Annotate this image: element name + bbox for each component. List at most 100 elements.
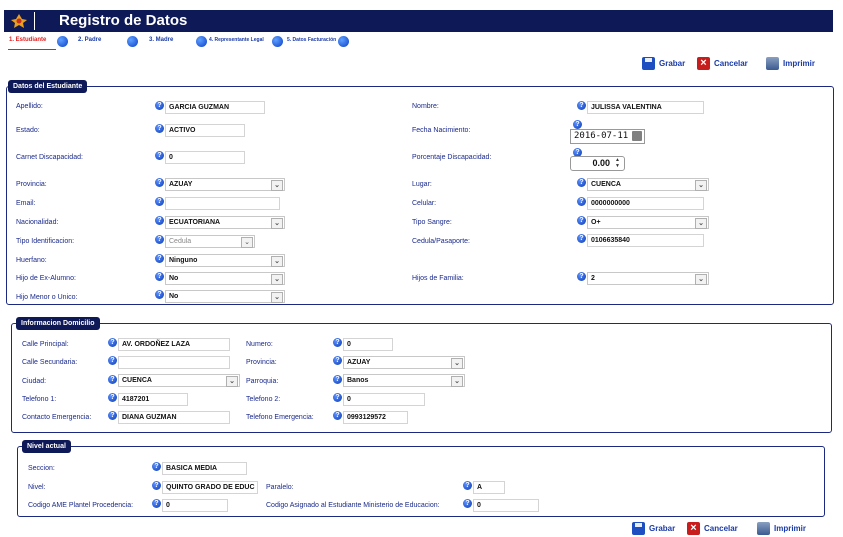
help-icon[interactable]: ? (155, 197, 164, 206)
chevron-down-icon[interactable]: ⌄ (451, 376, 463, 387)
help-icon[interactable]: ? (108, 393, 117, 402)
spinner-arrows-icon[interactable]: ▲ ▼ (613, 157, 622, 170)
help-icon[interactable]: ? (108, 338, 117, 347)
help-icon[interactable]: ? (577, 216, 586, 225)
help-icon[interactable]: ? (152, 481, 161, 490)
help-icon[interactable]: ? (333, 375, 342, 384)
email-field[interactable] (165, 197, 280, 210)
help-icon[interactable]: ? (155, 124, 164, 133)
contacto-emergencia-field[interactable]: DIANA GUZMAN (118, 411, 230, 424)
nombre-field[interactable]: JULISSA VALENTINA (587, 101, 704, 114)
chevron-down-icon[interactable]: ⌄ (271, 256, 283, 267)
chevron-down-icon[interactable]: ⌄ (695, 218, 707, 229)
chevron-down-icon[interactable]: ⌄ (271, 274, 283, 285)
numero-field[interactable]: 0 (343, 338, 393, 351)
tab-facturacion-icon[interactable] (338, 36, 349, 47)
help-icon[interactable]: ? (155, 151, 164, 160)
title-bar: Registro de Datos (4, 10, 833, 32)
parroquia-select[interactable]: Banos ⌄ (343, 374, 465, 387)
student-section (6, 86, 834, 305)
tab-padre[interactable]: 2. Padre (78, 37, 101, 43)
provincia-select[interactable]: AZUAY ⌄ (165, 178, 285, 191)
floppy-disk-icon (632, 522, 645, 535)
cedula-pasaporte-field[interactable]: 0106635840 (587, 234, 704, 247)
huerfano-select[interactable]: Ninguno ⌄ (165, 254, 285, 267)
tab-representante-icon[interactable] (272, 36, 283, 47)
nacionalidad-select[interactable]: ECUATORIANA ⌄ (165, 216, 285, 229)
help-icon[interactable]: ? (463, 499, 472, 508)
nivel-field[interactable]: QUINTO GRADO DE EDUC (162, 481, 258, 494)
help-icon[interactable]: ? (577, 234, 586, 243)
help-icon[interactable]: ? (155, 235, 164, 244)
telefono1-field[interactable]: 4187201 (118, 393, 188, 406)
huerfano-value: Ninguno (169, 257, 198, 264)
tab-madre-icon[interactable] (196, 36, 207, 47)
calle-secundaria-field[interactable] (118, 356, 230, 369)
carnet-discapacidad-field[interactable]: 0 (165, 151, 245, 164)
tab-padre-icon[interactable] (127, 36, 138, 47)
celular-field[interactable]: 0000000000 (587, 197, 704, 210)
help-icon[interactable]: ? (577, 197, 586, 206)
tipo-sangre-select[interactable]: O+ ⌄ (587, 216, 709, 229)
apellido-field[interactable]: GARCIA GUZMAN (165, 101, 265, 114)
help-icon[interactable]: ? (155, 216, 164, 225)
codigo-asignado-field[interactable]: 0 (473, 499, 539, 512)
page-title: Registro de Datos (59, 12, 188, 29)
help-icon[interactable]: ? (333, 393, 342, 402)
help-icon[interactable]: ? (108, 411, 117, 420)
help-icon[interactable]: ? (108, 356, 117, 365)
help-icon[interactable]: ? (463, 481, 472, 490)
paralelo-field[interactable]: A (473, 481, 505, 494)
help-icon[interactable]: ? (152, 499, 161, 508)
ciudad-select[interactable]: CUENCA ⌄ (118, 374, 240, 387)
chevron-down-icon[interactable]: ⌄ (695, 180, 707, 191)
help-icon[interactable]: ? (333, 356, 342, 365)
help-icon[interactable]: ? (577, 178, 586, 187)
tab-representante-legal[interactable]: 4. Representante Legal (209, 37, 264, 43)
help-icon[interactable]: ? (155, 254, 164, 263)
telefono2-field[interactable]: 0 (343, 393, 425, 406)
chevron-down-icon[interactable]: ⌄ (695, 274, 707, 285)
telefono-emergencia-field[interactable]: 0993129572 (343, 411, 408, 424)
hijo-ex-alumno-select[interactable]: No ⌄ (165, 272, 285, 285)
help-icon[interactable]: ? (155, 178, 164, 187)
app-logo-icon (11, 14, 27, 28)
help-icon[interactable]: ? (155, 272, 164, 281)
tab-estudiante[interactable]: 1. Estudiante (9, 37, 46, 43)
help-icon[interactable]: ? (333, 411, 342, 420)
help-icon[interactable]: ? (108, 375, 117, 384)
hijo-menor-value: No (169, 293, 179, 300)
chevron-down-icon[interactable]: ⌄ (271, 180, 283, 191)
help-icon[interactable]: ? (333, 338, 342, 347)
hijo-menor-select[interactable]: No ⌄ (165, 290, 285, 303)
lugar-label: Lugar: (412, 181, 432, 188)
help-icon[interactable]: ? (155, 290, 164, 299)
help-icon[interactable]: ? (152, 462, 161, 471)
domicilio-provincia-select[interactable]: AZUAY ⌄ (343, 356, 465, 369)
student-section-legend: Datos del Estudiante (8, 80, 88, 93)
tab-madre[interactable]: 3. Madre (149, 37, 173, 43)
print-button[interactable]: Imprimir (766, 57, 815, 70)
help-icon[interactable]: ? (155, 101, 164, 110)
bottom-cancel-button[interactable]: × Cancelar (687, 522, 738, 535)
help-icon[interactable]: ? (577, 272, 586, 281)
seccion-field[interactable]: BASICA MEDIA (162, 462, 247, 475)
chevron-down-icon[interactable]: ⌄ (271, 292, 283, 303)
lugar-select[interactable]: CUENCA ⌄ (587, 178, 709, 191)
chevron-down-icon[interactable]: ⌄ (271, 218, 283, 229)
bottom-save-button[interactable]: Grabar (632, 522, 675, 535)
help-icon[interactable]: ? (577, 101, 586, 110)
help-icon[interactable]: ? (573, 120, 582, 129)
calle-principal-field[interactable]: AV. ORDOÑEZ LAZA (118, 338, 230, 351)
codigo-ame-field[interactable]: 0 (162, 499, 228, 512)
bottom-print-button[interactable]: Imprimir (757, 522, 806, 535)
chevron-down-icon[interactable]: ⌄ (226, 376, 238, 387)
calendar-icon[interactable] (632, 131, 642, 141)
tab-estudiante-icon[interactable] (57, 36, 68, 47)
chevron-down-icon[interactable]: ⌄ (451, 358, 463, 369)
cancel-button[interactable]: × Cancelar (697, 57, 748, 70)
estado-field[interactable]: ACTIVO (165, 124, 245, 137)
tab-datos-facturacion[interactable]: 5. Datos Facturación (287, 37, 336, 43)
save-button[interactable]: Grabar (642, 57, 685, 70)
hijos-familia-select[interactable]: 2 ⌄ (587, 272, 709, 285)
